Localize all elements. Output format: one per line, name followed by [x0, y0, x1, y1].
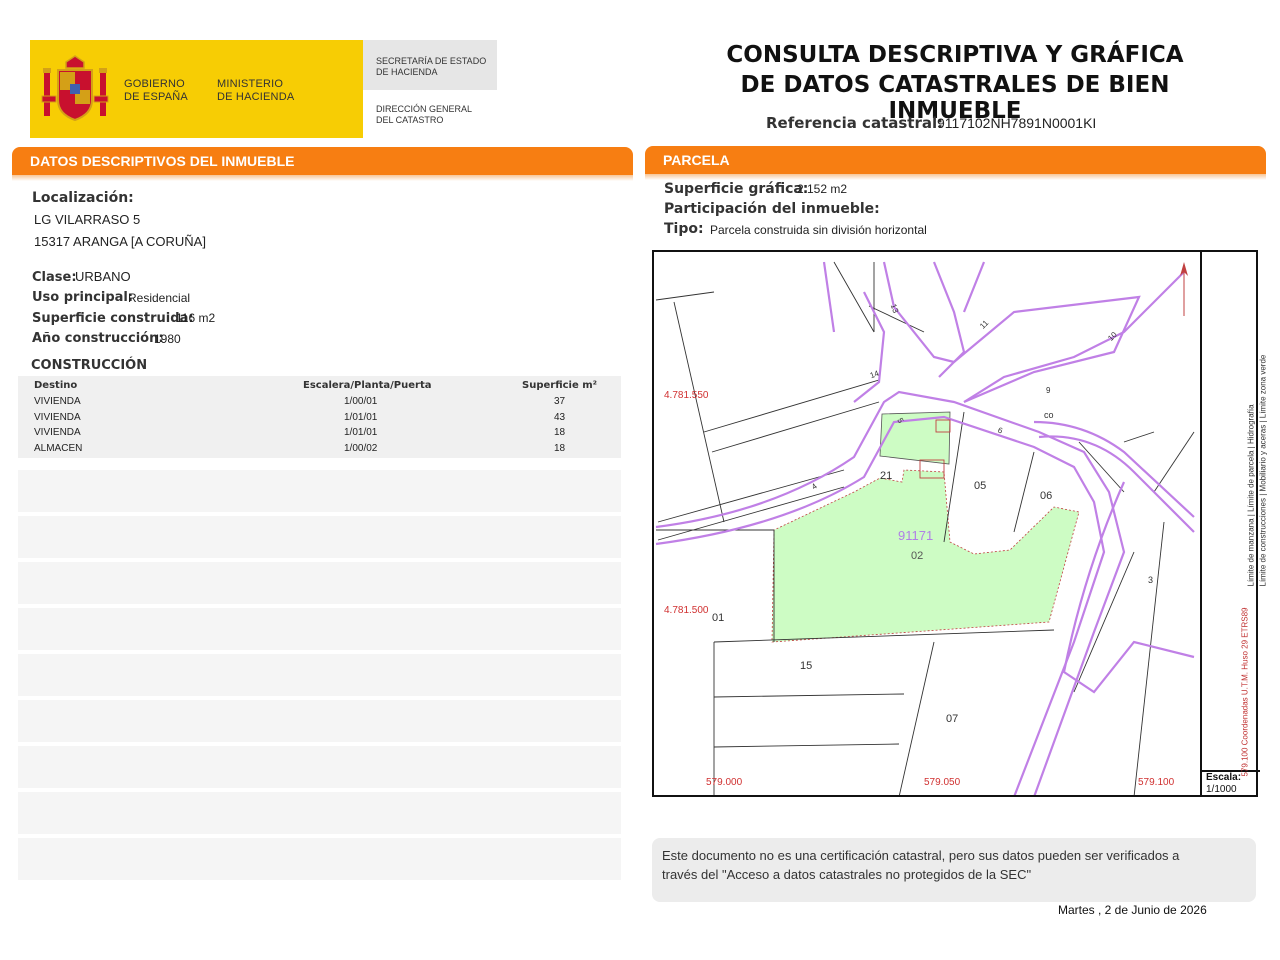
coord-x3: 579.100 [1138, 777, 1175, 788]
address-line1: LG VILARRASO 5 [34, 212, 141, 227]
legend-parcela-text: Límite de parcela [1246, 450, 1256, 512]
legend-manzana: Límite de manzana | Límite de parcela | … [1246, 404, 1256, 587]
label-06: 06 [1040, 490, 1053, 502]
legend-mob-text: Mobiliario y aceras [1258, 424, 1268, 492]
empty-row [18, 516, 621, 558]
table-row-3-superficie: 18 [554, 427, 566, 438]
address-line2: 15317 ARANGA [A CORUÑA] [34, 234, 206, 249]
table-row-1-escalera: 1/00/01 [344, 396, 378, 407]
coord-y1: 4.781.550 [664, 390, 709, 401]
ref-label: Referencia catastral: [766, 114, 944, 132]
label-9: 9 [1046, 386, 1051, 395]
table-row-2-destino: VIVIENDA [34, 412, 81, 423]
coat-of-arms-icon [41, 55, 109, 122]
label-01: 01 [712, 612, 725, 624]
table-row-4-destino: ALMACEN [34, 443, 83, 454]
document-date: Martes , 2 de Junio de 2026 [1058, 903, 1207, 917]
logo-min-line1: MINISTERIO [217, 78, 284, 90]
document-title: CONSULTA DESCRIPTIVA Y GRÁFICA DE DATOS … [675, 42, 1235, 124]
table-header-superficie: Superficie m² [522, 380, 598, 391]
label-co: co [1044, 410, 1054, 420]
localizacion-label: Localización: [32, 190, 134, 206]
uso-label: Uso principal: [32, 290, 134, 305]
table-row-3-escalera: 1/01/01 [344, 427, 378, 438]
empty-row [18, 608, 621, 650]
construccion-title: CONSTRUCCIÓN [31, 358, 148, 373]
empty-row [18, 470, 621, 512]
table-row-1-destino: VIVIENDA [34, 396, 81, 407]
label-02: 02 [911, 550, 924, 562]
north-arrow-icon [1180, 262, 1188, 316]
superficie-value: 116 m2 [176, 311, 216, 325]
right-bar-fade [645, 174, 1266, 180]
label-3: 3 [1148, 575, 1154, 585]
legend-construcciones: Límite de construcciones | Mobiliario y … [1258, 354, 1268, 587]
ref-value: 9117102NH7891N0001KI [937, 115, 1097, 131]
coord-x2: 579.050 [924, 777, 961, 788]
empty-row [18, 746, 621, 788]
anio-label: Año construcción: [32, 331, 164, 346]
note-line1: Este documento no es una certificación c… [662, 848, 1180, 863]
coord-x1: 579.000 [706, 777, 743, 788]
sup-grafica-label: Superficie gráfica: [664, 181, 809, 197]
right-section-bar: PARCELA [645, 146, 1266, 174]
logo-gov-line2: DE ESPAÑA [124, 91, 188, 103]
clase-label: Clase: [32, 270, 77, 285]
empty-row [18, 654, 621, 696]
empty-row [18, 562, 621, 604]
tipo-label: Tipo: [664, 221, 704, 237]
logo-gov-line1: GOBIERNO [124, 78, 185, 90]
anio-value: 1980 [154, 332, 181, 346]
table-row-2-escalera: 1/01/01 [344, 412, 378, 423]
legend-hidro-text: Hidrografía [1246, 404, 1256, 445]
tipo-value: Parcela construida sin división horizont… [710, 223, 927, 237]
table-header-escalera: Escalera/Planta/Puerta [303, 380, 432, 391]
cadastral-map[interactable]: 4.781.550 4.781.500 579.000 579.050 579.… [652, 250, 1268, 797]
logo-min-line2: DE HACIENDA [217, 91, 295, 103]
empty-row [18, 792, 621, 834]
scale-label: Escala: [1206, 772, 1242, 783]
label-07: 07 [946, 713, 959, 725]
note-line2: través del "Acceso a datos catastrales n… [662, 867, 1032, 882]
clase-value: URBANO [75, 269, 131, 284]
scale-value: 1/1000 [1206, 784, 1237, 795]
coord-y2: 4.781.500 [664, 605, 709, 616]
sec-line1: SECRETARÍA DE ESTADO [376, 56, 487, 66]
table-row-4-superficie: 18 [554, 443, 566, 454]
dir-line1: DIRECCIÓN GENERAL [376, 104, 473, 114]
table-header-destino: Destino [34, 380, 78, 391]
label-15: 15 [800, 660, 813, 672]
empty-row [18, 838, 621, 880]
table-row-3-destino: VIVIENDA [34, 427, 81, 438]
sec-line2: DE HACIENDA [376, 67, 438, 77]
left-bar-fade [12, 175, 633, 181]
label-05: 05 [974, 480, 987, 492]
parcel-id-label: 91171 [898, 528, 934, 543]
legend-constr-text: Límite de construcciones [1258, 498, 1268, 587]
title-line1: CONSULTA DESCRIPTIVA Y GRÁFICA [726, 42, 1184, 68]
sup-grafica-value: 2.152 m2 [797, 182, 848, 196]
table-row-2-superficie: 43 [554, 412, 566, 423]
empty-row [18, 700, 621, 742]
legend-divider [1200, 252, 1202, 795]
superficie-label: Superficie construida: [32, 311, 194, 326]
legend-verde-text: Límite zona verde [1258, 354, 1268, 419]
dir-line2: DEL CATASTRO [376, 115, 444, 125]
uso-value: Residencial [128, 291, 191, 305]
table-row-4-escalera: 1/00/02 [344, 443, 378, 454]
legend-manzana-text: Límite de manzana [1246, 518, 1256, 587]
left-section-bar: DATOS DESCRIPTIVOS DEL INMUEBLE [12, 147, 633, 175]
label-21: 21 [880, 470, 893, 482]
participacion-label: Participación del inmueble: [664, 201, 880, 217]
table-row-1-superficie: 37 [554, 396, 566, 407]
